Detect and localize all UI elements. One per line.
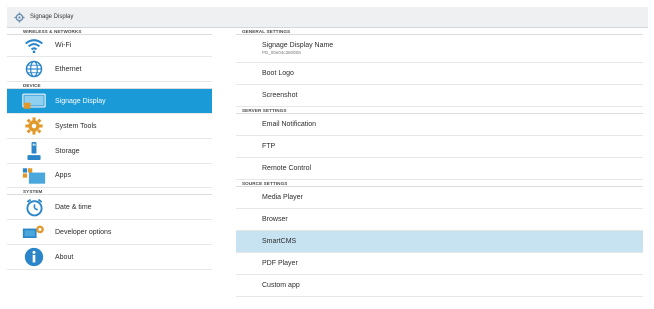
setting-label: Remote Control — [262, 165, 312, 172]
section-header: SOURCE SETTINGS — [236, 180, 643, 187]
sidebar-item-label: Ethernet — [55, 65, 82, 73]
sidebar-item-label: Signage Display — [55, 97, 106, 105]
sidebar-item-label: System Tools — [55, 122, 97, 130]
sidebar-item-developer-options[interactable]: Developer options — [7, 220, 212, 245]
setting-signage-display-name[interactable]: Signage Display Name PD_00e04c36008S — [236, 35, 643, 63]
setting-ftp[interactable]: FTP — [236, 136, 643, 158]
sidebar-item-label: Wi-Fi — [55, 42, 72, 49]
section-header: WIRELESS & NETWORKS — [7, 28, 212, 35]
sidebar-item-label: About — [55, 253, 74, 261]
setting-boot-logo[interactable]: Boot Logo — [236, 63, 643, 85]
setting-label: Custom app — [262, 282, 300, 289]
clock-icon — [21, 197, 47, 217]
apps-icon — [21, 166, 47, 186]
section-header: SERVER SETTINGS — [236, 107, 643, 114]
sidebar-item-label: Developer options — [55, 228, 112, 236]
title-bar: Signage Display — [7, 7, 648, 28]
setting-custom-app[interactable]: Custom app — [236, 275, 643, 297]
storage-icon — [21, 141, 47, 161]
setting-label: Boot Logo — [262, 70, 294, 77]
gear-icon — [21, 116, 47, 136]
setting-label: Signage Display Name — [262, 42, 334, 49]
sidebar-item-storage[interactable]: Storage — [7, 139, 212, 164]
section-header: GENERAL SETTINGS — [236, 28, 643, 35]
setting-screenshot[interactable]: Screenshot — [236, 85, 643, 107]
sidebar-item-system-tools[interactable]: System Tools — [7, 114, 212, 139]
setting-label: Screenshot — [262, 92, 298, 99]
sidebar-item-signage-display[interactable]: Signage Display — [7, 89, 212, 114]
info-icon — [21, 247, 47, 267]
sidebar-item-label: Date & time — [55, 203, 92, 211]
setting-remote-control[interactable]: Remote Control — [236, 158, 643, 180]
setting-label: PDF Player — [262, 260, 298, 267]
sidebar-item-date-time[interactable]: Date & time — [7, 195, 212, 220]
settings-detail: GENERAL SETTINGS Signage Display Name PD… — [236, 28, 643, 303]
setting-email-notification[interactable]: Email Notification — [236, 114, 643, 136]
settings-categories: WIRELESS & NETWORKS Wi-Fi Ethernet DEVIC… — [7, 28, 212, 303]
setting-browser[interactable]: Browser — [236, 209, 643, 231]
setting-label: Media Player — [262, 194, 303, 201]
sidebar-item-apps[interactable]: Apps — [7, 164, 212, 188]
setting-label: SmartCMS — [262, 238, 297, 245]
window-title: Signage Display — [30, 14, 74, 20]
section-header: SYSTEM — [7, 188, 212, 195]
gear-icon — [13, 11, 25, 23]
globe-icon — [21, 59, 47, 79]
setting-pdf-player[interactable]: PDF Player — [236, 253, 643, 275]
sidebar-item-label: Storage — [55, 147, 80, 155]
sidebar-item-ethernet[interactable]: Ethernet — [7, 57, 212, 82]
setting-media-player[interactable]: Media Player — [236, 187, 643, 209]
display-icon — [21, 91, 47, 111]
setting-label: Email Notification — [262, 121, 317, 128]
sidebar-item-label: Apps — [55, 172, 71, 179]
setting-label: FTP — [262, 143, 276, 150]
sidebar-item-about[interactable]: About — [7, 245, 212, 270]
wifi-icon — [21, 36, 47, 56]
sidebar-item-wifi[interactable]: Wi-Fi — [7, 35, 212, 57]
setting-value: PD_00e04c36008S — [262, 50, 302, 55]
setting-smartcms[interactable]: SmartCMS — [236, 231, 643, 253]
section-header: DEVICE — [7, 82, 212, 89]
setting-label: Browser — [262, 216, 288, 223]
developer-icon — [21, 222, 47, 242]
